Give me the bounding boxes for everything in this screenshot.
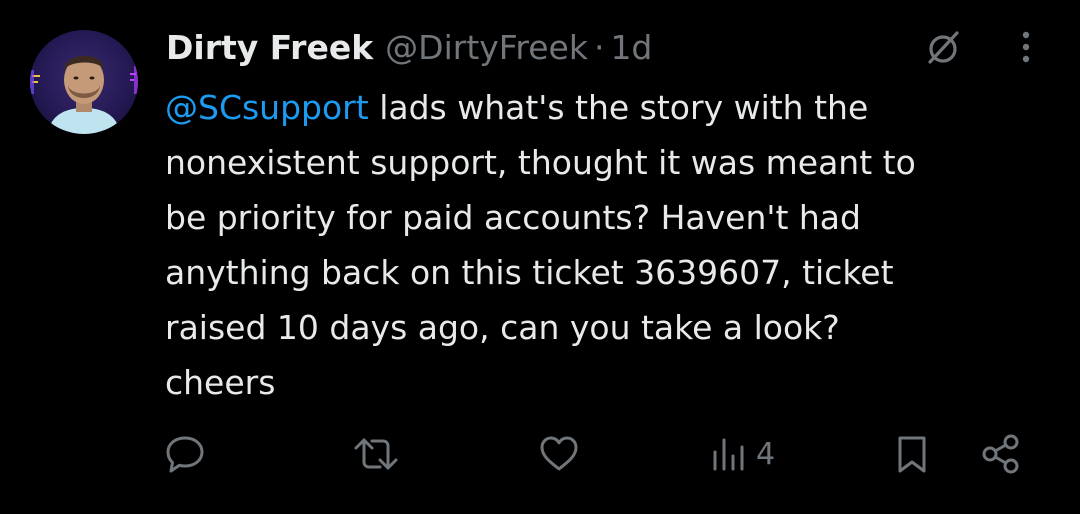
like-icon [540, 436, 578, 471]
tweet-line: be priority for paid accounts? Haven't h… [165, 198, 861, 237]
retweet-icon [354, 438, 398, 470]
grok-button[interactable] [918, 24, 968, 70]
bookmark-button[interactable] [892, 432, 932, 476]
more-options-icon [1022, 31, 1030, 63]
tweet-line: cheers [165, 363, 276, 402]
avatar-photo-icon [30, 55, 138, 134]
avatar[interactable] [30, 30, 138, 134]
like-button[interactable] [536, 432, 582, 476]
views-count: 4 [756, 436, 776, 472]
tweet-header: Dirty Freek @DirtyFreek · 1d [166, 24, 652, 70]
tweet-line: raised 10 days ago, can you take a look? [165, 308, 840, 347]
share-icon [982, 434, 1019, 474]
tweet[interactable]: Dirty Freek @DirtyFreek · 1d @SCsupport … [0, 0, 1080, 514]
timestamp[interactable]: 1d [610, 28, 652, 67]
share-button[interactable] [978, 432, 1024, 476]
separator: · [593, 27, 605, 67]
more-options-button[interactable] [1004, 24, 1048, 70]
tweet-line: anything back on this ticket 3639607, ti… [165, 253, 894, 292]
mention-link[interactable]: @SCsupport [165, 88, 369, 127]
user-handle[interactable]: @DirtyFreek [385, 28, 588, 67]
tweet-text: @SCsupport lads what's the story with th… [165, 80, 1045, 410]
tweet-line: nonexistent support, thought it was mean… [165, 143, 916, 182]
retweet-button[interactable] [352, 432, 400, 476]
reply-button[interactable] [162, 432, 208, 476]
reply-icon [166, 436, 204, 473]
tweet-text-segment: lads what's the story with the [368, 88, 869, 127]
tweet-line: @SCsupport lads what's the story with th… [165, 80, 1045, 135]
bookmark-icon [898, 436, 926, 473]
display-name[interactable]: Dirty Freek [166, 28, 373, 67]
views-icon [713, 438, 744, 471]
grok-icon [928, 31, 959, 64]
views-button[interactable]: 4 [710, 432, 775, 476]
